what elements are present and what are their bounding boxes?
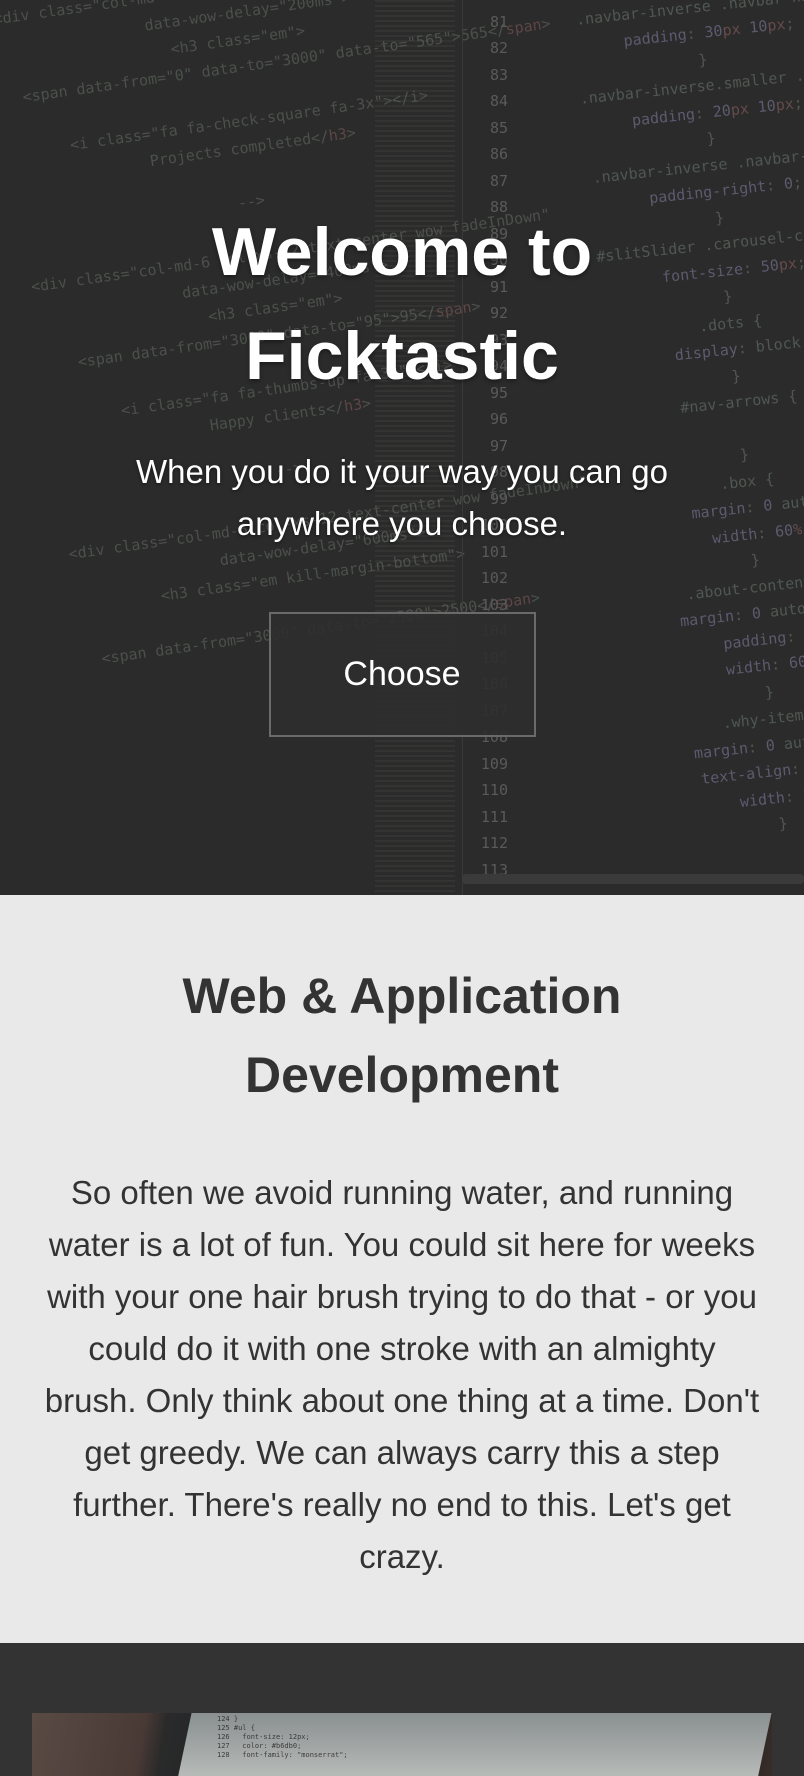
choose-button[interactable]: Choose xyxy=(268,612,536,737)
laptop-screen-code: 124 } 125 #ul { 126 font-size: 12px; 127… xyxy=(217,1715,348,1759)
hero-title: Welcome to Ficktastic xyxy=(0,200,804,408)
gallery-section: 124 } 125 #ul { 126 font-size: 12px; 127… xyxy=(0,1643,804,1776)
services-section: Web & Application Development So often w… xyxy=(0,895,804,1643)
hero-section: --> <div class="col-md-6 col-xs-12 text-… xyxy=(0,0,804,895)
hero-title-line1: Welcome to xyxy=(211,214,593,290)
code-scrollbar xyxy=(462,874,804,884)
services-description: So often we avoid running water, and run… xyxy=(44,1174,760,1575)
hero-content: Welcome to Ficktastic When you do it you… xyxy=(0,0,804,737)
laptop-code-image: 124 } 125 #ul { 126 font-size: 12px; 127… xyxy=(32,1713,772,1776)
hero-title-line2: Ficktastic xyxy=(245,318,559,394)
hero-subtitle: When you do it your way you can go anywh… xyxy=(136,453,668,542)
services-title: Web & Application Development xyxy=(182,968,622,1103)
